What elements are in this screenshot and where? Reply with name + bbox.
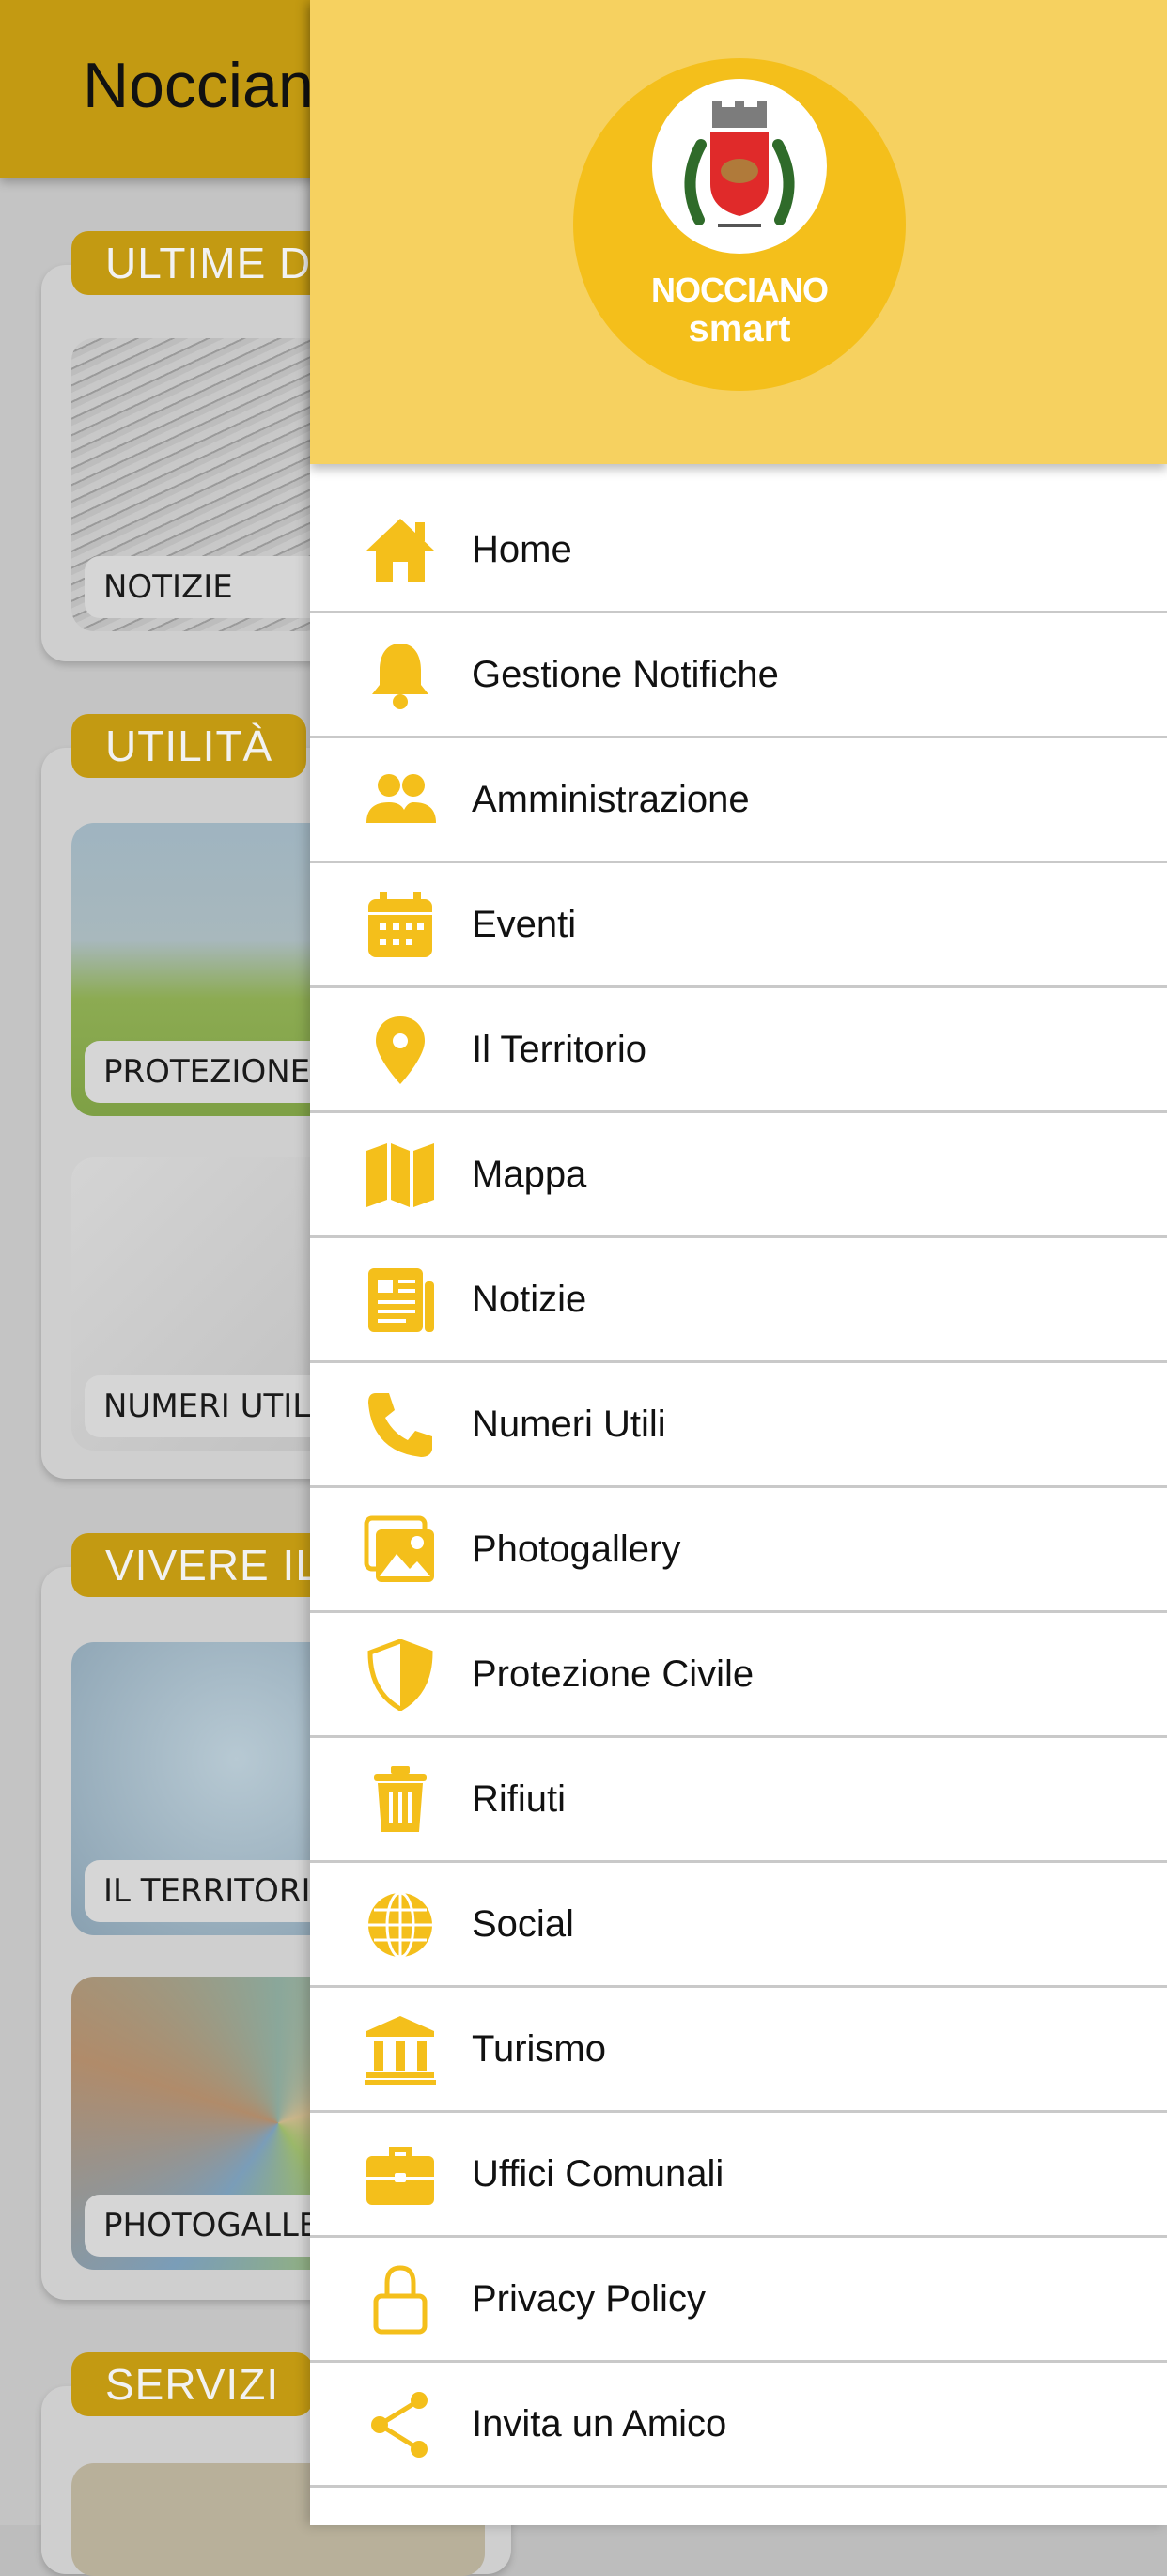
menu-item-label: Privacy Policy: [472, 2278, 706, 2320]
home-icon: [363, 515, 438, 586]
menu-item-label: Invita un Amico: [472, 2403, 727, 2444]
logo-text-line1: NOCCIANO: [651, 271, 829, 309]
menu-item-il-territorio[interactable]: Il Territorio: [310, 988, 1167, 1113]
menu-item-label: Protezione Civile: [472, 1653, 755, 1695]
menu-item-label: Social: [472, 1903, 574, 1945]
menu-item-label: Uffici Comunali: [472, 2153, 724, 2195]
landmark-icon: [363, 2014, 438, 2086]
app-title: Nocciano: [83, 50, 350, 121]
menu-item-label: Mappa: [472, 1154, 587, 1195]
menu-item-protezione-civile[interactable]: Protezione Civile: [310, 1613, 1167, 1738]
menu-item-label: Eventi: [472, 904, 577, 945]
briefcase-icon: [363, 2139, 438, 2211]
menu-item-photogallery[interactable]: Photogallery: [310, 1488, 1167, 1613]
lock-icon: [363, 2264, 438, 2335]
section-label: SERVIZI: [71, 2352, 314, 2416]
share-icon: [363, 2389, 438, 2460]
menu-item-label: Turismo: [472, 2028, 606, 2070]
images-icon: [363, 1514, 438, 1586]
map-icon: [363, 1140, 438, 1211]
calendar-icon: [363, 890, 438, 961]
menu-item-label: Notizie: [472, 1279, 587, 1320]
section-label: UTILITÀ: [71, 714, 307, 778]
crest-icon: [652, 79, 827, 254]
menu-item-turismo[interactable]: Turismo: [310, 1988, 1167, 2113]
menu-item-uffici-comunali[interactable]: Uffici Comunali: [310, 2113, 1167, 2238]
newspaper-icon: [363, 1265, 438, 1336]
globe-icon: [363, 1889, 438, 1961]
menu-item-label: Gestione Notifiche: [472, 654, 779, 695]
menu-item-privacy-policy[interactable]: Privacy Policy: [310, 2238, 1167, 2363]
app-logo: NOCCIANO smart: [573, 58, 906, 391]
logo-text-line2: smart: [688, 308, 791, 349]
menu-item-label: Rifiuti: [472, 1778, 567, 1820]
menu-item-social[interactable]: Social: [310, 1863, 1167, 1988]
menu-item-label: Home: [472, 529, 572, 570]
menu-item-numeri-utili[interactable]: Numeri Utili: [310, 1363, 1167, 1488]
users-icon: [363, 765, 438, 836]
menu-item-invita-un-amico[interactable]: Invita un Amico: [310, 2363, 1167, 2488]
map-pin-icon: [363, 1015, 438, 1086]
trash-icon: [363, 1764, 438, 1836]
menu-item-home[interactable]: Home: [310, 489, 1167, 613]
menu-item-amministrazione[interactable]: Amministrazione: [310, 738, 1167, 863]
navigation-drawer: NOCCIANO smart Home Gestione Notifiche A…: [310, 0, 1167, 2525]
bell-icon: [363, 640, 438, 711]
drawer-menu: Home Gestione Notifiche Amministrazione …: [310, 489, 1167, 2488]
shield-icon: [363, 1638, 438, 1712]
menu-item-gestione-notifiche[interactable]: Gestione Notifiche: [310, 613, 1167, 738]
menu-item-label: Il Territorio: [472, 1029, 646, 1070]
menu-item-mappa[interactable]: Mappa: [310, 1113, 1167, 1238]
menu-item-notizie[interactable]: Notizie: [310, 1238, 1167, 1363]
menu-item-label: Numeri Utili: [472, 1404, 666, 1445]
menu-item-label: Amministrazione: [472, 779, 750, 820]
menu-item-eventi[interactable]: Eventi: [310, 863, 1167, 988]
drawer-header: NOCCIANO smart: [310, 0, 1167, 464]
phone-icon: [363, 1389, 438, 1461]
menu-item-label: Photogallery: [472, 1529, 681, 1570]
menu-item-rifiuti[interactable]: Rifiuti: [310, 1738, 1167, 1863]
